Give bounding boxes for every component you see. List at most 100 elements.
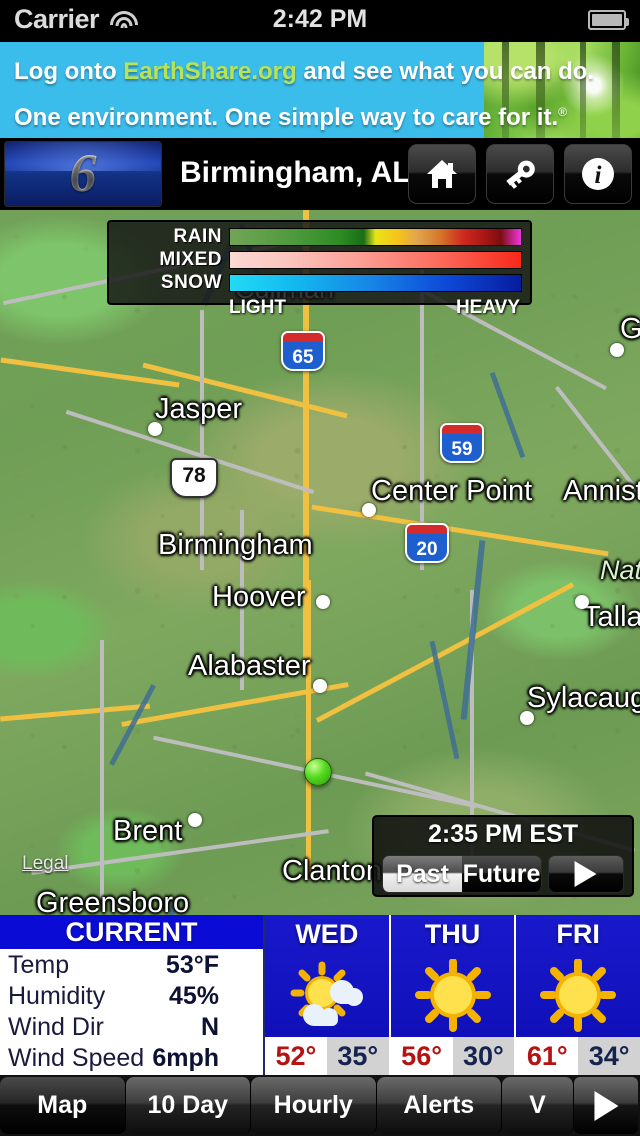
forecast-card[interactable]: WED 52° 35° xyxy=(265,915,391,1075)
home-icon xyxy=(427,160,457,188)
current-row-value: 6mph xyxy=(152,1044,219,1072)
past-future-toggle[interactable]: Past Future xyxy=(382,855,542,893)
legend-scale-max: HEAVY xyxy=(455,297,520,318)
ad-line-2: One environment. One simple way to care … xyxy=(14,92,567,138)
radar-timeline-control: 2:35 PM EST Past Future xyxy=(372,815,634,897)
location-title: Birmingham, AL xyxy=(180,156,411,189)
past-tab[interactable]: Past xyxy=(383,856,462,892)
radar-legend: RAIN MIXED SNOW LIGHT HEAVY xyxy=(107,220,532,318)
forecast-card[interactable]: FRI 61° 34° xyxy=(516,915,640,1075)
key-icon xyxy=(506,160,535,189)
home-button[interactable] xyxy=(408,144,476,204)
map-city-label: Gadsden xyxy=(620,313,640,345)
weather-app: Carrier 2:42 PM Log onto EarthShare.org … xyxy=(0,0,640,1136)
forecast-temps: 56° 30° xyxy=(390,1037,515,1075)
current-location-marker[interactable] xyxy=(304,758,332,786)
forecast-low: 30° xyxy=(452,1037,515,1075)
us-route-number: 78 xyxy=(182,464,206,487)
map-city-dot xyxy=(148,422,162,436)
forecast-low: 34° xyxy=(578,1037,640,1075)
app-header: 6 Birmingham, AL i xyxy=(0,138,640,210)
battery-full-icon xyxy=(588,10,629,30)
tab-10-day[interactable]: 10 Day xyxy=(125,1077,251,1134)
forecast-temps: 61° 34° xyxy=(516,1037,640,1075)
info-icon: i xyxy=(582,158,614,190)
status-bar: Carrier 2:42 PM xyxy=(0,0,640,42)
station-logo[interactable]: 6 xyxy=(4,141,162,207)
map-city-dot xyxy=(610,343,624,357)
ad-brand-link[interactable]: EarthShare.org xyxy=(123,58,296,85)
radar-map[interactable]: Jasper Birmingham Hoover Alabaster Brent… xyxy=(0,210,640,915)
info-button[interactable]: i xyxy=(564,144,632,204)
legend-scale: LIGHT HEAVY xyxy=(117,296,522,319)
map-city-label: Alabaster xyxy=(188,650,311,682)
map-forest-label: National Forest xyxy=(600,555,640,585)
ad-line-1: Log onto EarthShare.org and see what you… xyxy=(14,52,594,92)
interstate-shield: 20 xyxy=(405,523,449,563)
legend-gradient-mixed xyxy=(229,251,522,269)
forecast-card[interactable]: THU 56° 30° xyxy=(390,915,517,1075)
forecast-strip: WED 52° 35° THU 56° 30° FRI 61° 34° xyxy=(265,915,640,1075)
legend-row-mixed: MIXED xyxy=(117,249,522,270)
forecast-card-top[interactable]: THU xyxy=(390,915,515,1037)
legal-link[interactable]: Legal xyxy=(22,853,69,875)
current-row-label: Wind Speed xyxy=(8,1044,145,1072)
map-city-dot xyxy=(520,711,534,725)
map-city-label: Sylacauga xyxy=(527,682,640,714)
legend-row-snow: SNOW xyxy=(117,272,522,293)
tab-map[interactable]: Map xyxy=(0,1077,126,1134)
current-row-label: Wind Dir xyxy=(8,1013,104,1041)
map-city-label: Talladega xyxy=(583,601,640,633)
current-row-label: Humidity xyxy=(8,982,106,1010)
registered-mark: ® xyxy=(558,105,567,119)
radar-play-button[interactable] xyxy=(548,855,624,893)
partly-cloudy-icon xyxy=(290,961,363,1026)
current-row: Wind Speed 6mph xyxy=(8,1043,255,1074)
legend-label: RAIN xyxy=(173,226,222,247)
current-row-value: N xyxy=(200,1013,219,1041)
future-tab[interactable]: Future xyxy=(462,856,541,892)
ad-line1-suffix: and see what you can do. xyxy=(296,58,595,85)
map-city-dot xyxy=(313,679,327,693)
tab-video[interactable]: V xyxy=(502,1077,574,1134)
tab-hourly[interactable]: Hourly xyxy=(251,1077,377,1134)
forecast-day: THU xyxy=(424,919,481,949)
legend-label: MIXED xyxy=(159,249,222,270)
map-city-label: Greensboro xyxy=(36,887,190,915)
map-city-label: Brent xyxy=(113,815,183,847)
ad-line2-text: One environment. One simple way to care … xyxy=(14,104,559,131)
interstate-number: 65 xyxy=(292,347,314,368)
sunny-icon xyxy=(540,959,617,1032)
forecast-card-top[interactable]: WED xyxy=(265,915,389,1037)
legend-scale-min: LIGHT xyxy=(229,297,286,318)
current-row-value: 45% xyxy=(168,982,219,1010)
status-bar-clock: 2:42 PM xyxy=(272,5,368,33)
tab-bar: Map 10 Day Hourly Alerts V xyxy=(0,1075,640,1136)
map-city-label: Birmingham xyxy=(158,529,313,561)
map-city-dot xyxy=(362,503,376,517)
tab-bar-next-button[interactable] xyxy=(574,1077,638,1134)
map-city-dot xyxy=(316,595,330,609)
settings-button[interactable] xyxy=(486,144,554,204)
tab-alerts[interactable]: Alerts xyxy=(376,1077,502,1134)
forecast-day: FRI xyxy=(556,919,600,949)
forecast-high: 52° xyxy=(265,1037,327,1075)
map-city-label: Anniston xyxy=(563,475,640,507)
current-row: Wind Dir N xyxy=(8,1012,255,1043)
current-row: Temp 53°F xyxy=(8,950,255,981)
forecast-card-top[interactable]: FRI xyxy=(516,915,640,1037)
bottom-panels: CURRENT Temp 53°F Humidity 45% Wind Dir … xyxy=(0,915,640,1075)
current-row-label: Temp xyxy=(8,951,70,979)
sunny-icon xyxy=(414,959,491,1032)
ad-line1-prefix: Log onto xyxy=(14,58,124,85)
legend-gradient-rain xyxy=(229,228,522,246)
ad-banner[interactable]: Log onto EarthShare.org and see what you… xyxy=(0,42,640,138)
us-route-shield: 78 xyxy=(170,458,218,498)
legend-row-rain: RAIN xyxy=(117,226,522,247)
ad-text: Log onto EarthShare.org and see what you… xyxy=(0,42,594,138)
station-logo-number: 6 xyxy=(5,142,161,204)
map-city-label: Hoover xyxy=(212,581,306,613)
forecast-low: 35° xyxy=(326,1037,389,1075)
forecast-temps: 52° 35° xyxy=(265,1037,389,1075)
current-conditions-panel: CURRENT Temp 53°F Humidity 45% Wind Dir … xyxy=(0,915,265,1075)
